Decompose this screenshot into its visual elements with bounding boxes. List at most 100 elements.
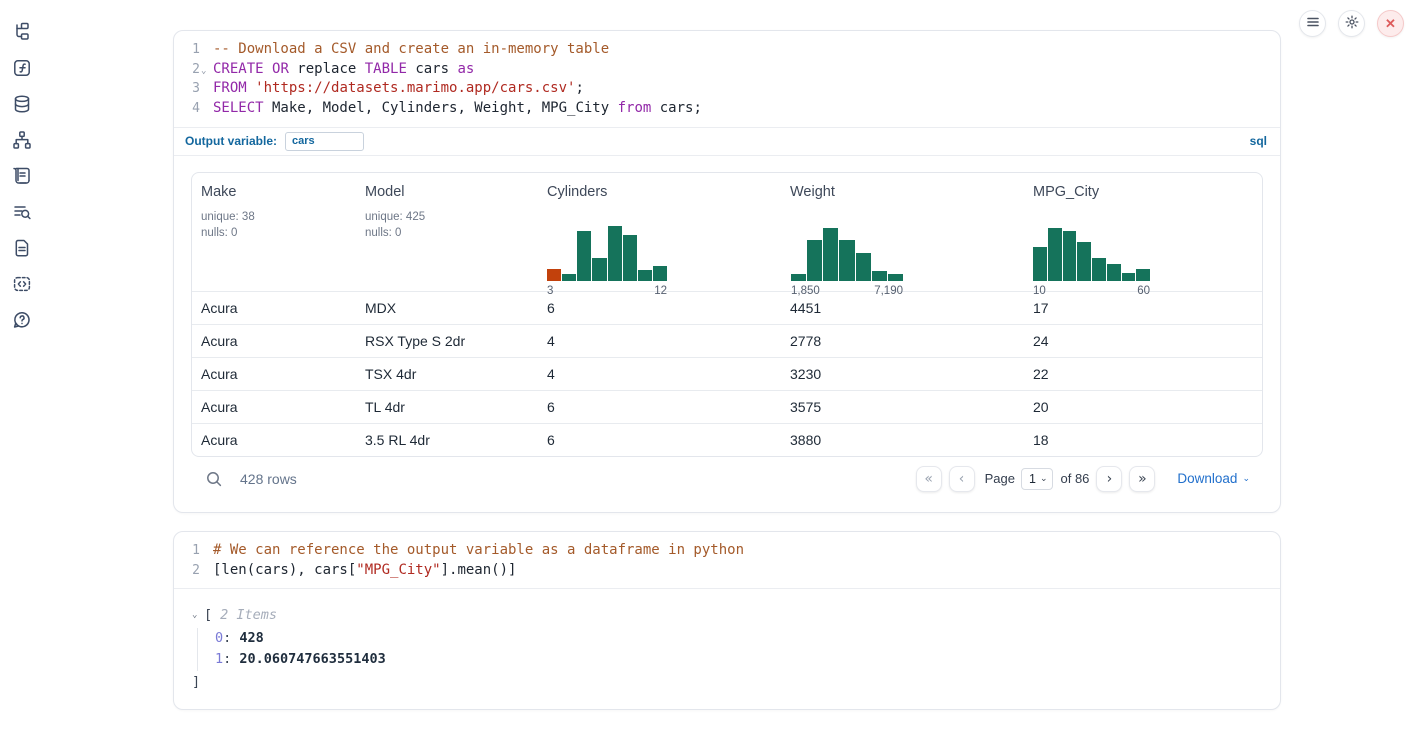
items-count: 2 Items (220, 605, 277, 627)
table-cell: 6 (538, 300, 781, 316)
table-cell: Acura (192, 366, 356, 382)
next-page-button[interactable]: › (1096, 466, 1122, 492)
column-stat: nulls: 0 (365, 225, 538, 242)
tree-entry-separator: : (223, 651, 239, 667)
table-cell: RSX Type S 2dr (356, 333, 538, 349)
line-number: 1 (174, 541, 200, 561)
column-stat: unique: 425 (365, 209, 538, 226)
page-select[interactable]: 1 ⌄ (1021, 468, 1054, 490)
code-line[interactable]: 1-- Download a CSV and create an in-memo… (174, 40, 1280, 60)
column-histogram[interactable] (791, 226, 903, 281)
table-cell: 6 (538, 399, 781, 415)
table-row[interactable]: AcuraTSX 4dr4323022 (192, 357, 1262, 390)
page-total-label: of 86 (1060, 471, 1089, 486)
histogram-bar (823, 228, 838, 281)
histogram-bar (577, 231, 591, 281)
chevron-down-icon: ⌄ (1040, 473, 1048, 484)
line-number: 2 (174, 60, 200, 80)
axis-max-label: 60 (1137, 285, 1150, 297)
table-cell: 2778 (781, 333, 1024, 349)
table-cell: Acura (192, 300, 356, 316)
table-cell: 3.5 RL 4dr (356, 432, 538, 448)
column-histogram[interactable] (1033, 226, 1150, 281)
column-header[interactable]: Modelunique: 425nulls: 0 (356, 184, 538, 297)
code-token: ].mean()] (441, 562, 517, 578)
table-cell: 3230 (781, 366, 1024, 382)
file-explorer-icon[interactable] (12, 22, 32, 42)
table-row[interactable]: AcuraRSX Type S 2dr4277824 (192, 324, 1262, 357)
table-cell: 24 (1024, 333, 1262, 349)
table-cell: 4451 (781, 300, 1024, 316)
code-token: as (457, 61, 474, 77)
code-token: from (618, 100, 652, 116)
language-label: sql (1250, 134, 1267, 148)
histogram-bar (1077, 242, 1091, 281)
prev-page-button[interactable]: ‹ (949, 466, 975, 492)
first-page-button[interactable]: « (916, 466, 942, 492)
tree-entry: 1: 20.060747663551403 (215, 649, 1264, 671)
close-bracket: ] (192, 672, 1264, 694)
cars-table: Makeunique: 38nulls: 0Modelunique: 425nu… (191, 172, 1263, 457)
tree-collapse-icon[interactable]: ⌄ (192, 605, 204, 627)
table-cell: 6 (538, 432, 781, 448)
sql-code-editor[interactable]: 1-- Download a CSV and create an in-memo… (174, 31, 1280, 127)
tree-entries: 0: 4281: 20.060747663551403 (197, 628, 1264, 671)
code-line[interactable]: 2⌄CREATE OR replace TABLE cars as (174, 60, 1280, 80)
scratchpad-icon[interactable] (12, 166, 32, 186)
shutdown-button[interactable]: ✕ (1377, 10, 1404, 37)
menu-button[interactable] (1299, 10, 1326, 37)
download-button[interactable]: Download ⌄ (1177, 471, 1250, 486)
logs-icon[interactable] (12, 202, 32, 222)
search-icon[interactable] (205, 470, 223, 488)
snippets-icon[interactable] (12, 274, 32, 294)
download-label: Download (1177, 471, 1237, 486)
column-name: MPG_City (1033, 184, 1262, 200)
settings-button[interactable] (1338, 10, 1365, 37)
histogram-bar (1063, 231, 1077, 281)
table-cell: 3575 (781, 399, 1024, 415)
line-number: 1 (174, 40, 200, 60)
code-line[interactable]: 1# We can reference the output variable … (174, 541, 1280, 561)
table-row[interactable]: Acura3.5 RL 4dr6388018 (192, 423, 1262, 456)
code-token: cars; (651, 100, 702, 116)
python-cell: 1# We can reference the output variable … (173, 531, 1281, 710)
tree-entry-value: 428 (239, 630, 263, 646)
tree-entry-key: 0 (215, 630, 223, 646)
histogram-bar (608, 226, 622, 281)
code-token: cars (407, 61, 458, 77)
datasources-icon[interactable] (12, 94, 32, 114)
tree-entry-value: 20.060747663551403 (239, 651, 385, 667)
histogram-bar (547, 269, 561, 281)
column-header[interactable]: Weight1,8507,190 (781, 184, 1024, 297)
help-chat-icon[interactable] (12, 310, 32, 330)
column-name: Make (201, 184, 356, 200)
histogram-bar (1033, 247, 1047, 281)
table-row[interactable]: AcuraTL 4dr6357520 (192, 390, 1262, 423)
table-cell: 20 (1024, 399, 1262, 415)
column-header[interactable]: Makeunique: 38nulls: 0 (192, 184, 356, 297)
histogram-bar (807, 240, 822, 281)
variables-icon[interactable] (12, 58, 32, 78)
last-page-icon: » (1138, 471, 1147, 487)
documentation-icon[interactable] (12, 238, 32, 258)
code-line[interactable]: 3FROM 'https://datasets.marimo.app/cars.… (174, 79, 1280, 99)
table-cell: 4 (538, 333, 781, 349)
code-token: CREATE (213, 61, 264, 77)
code-line[interactable]: 4SELECT Make, Model, Cylinders, Weight, … (174, 99, 1280, 119)
code-token: TABLE (365, 61, 407, 77)
code-line[interactable]: 2[len(cars), cars["MPG_City"].mean()] (174, 561, 1280, 581)
column-header[interactable]: MPG_City1060 (1024, 184, 1262, 297)
column-header[interactable]: Cylinders312 (538, 184, 781, 297)
chevron-down-icon: ⌄ (1242, 473, 1250, 484)
histogram-bar (592, 258, 606, 281)
close-icon: ✕ (1385, 16, 1396, 32)
output-variable-input[interactable] (285, 132, 364, 151)
last-page-button[interactable]: » (1129, 466, 1155, 492)
code-token: OR (272, 61, 289, 77)
column-name: Cylinders (547, 184, 781, 200)
column-histogram[interactable] (547, 226, 667, 281)
histogram-bar (1092, 258, 1106, 281)
tree-entry: 0: 428 (215, 628, 1264, 650)
dependency-graph-icon[interactable] (12, 130, 32, 150)
python-code-editor[interactable]: 1# We can reference the output variable … (174, 532, 1280, 588)
